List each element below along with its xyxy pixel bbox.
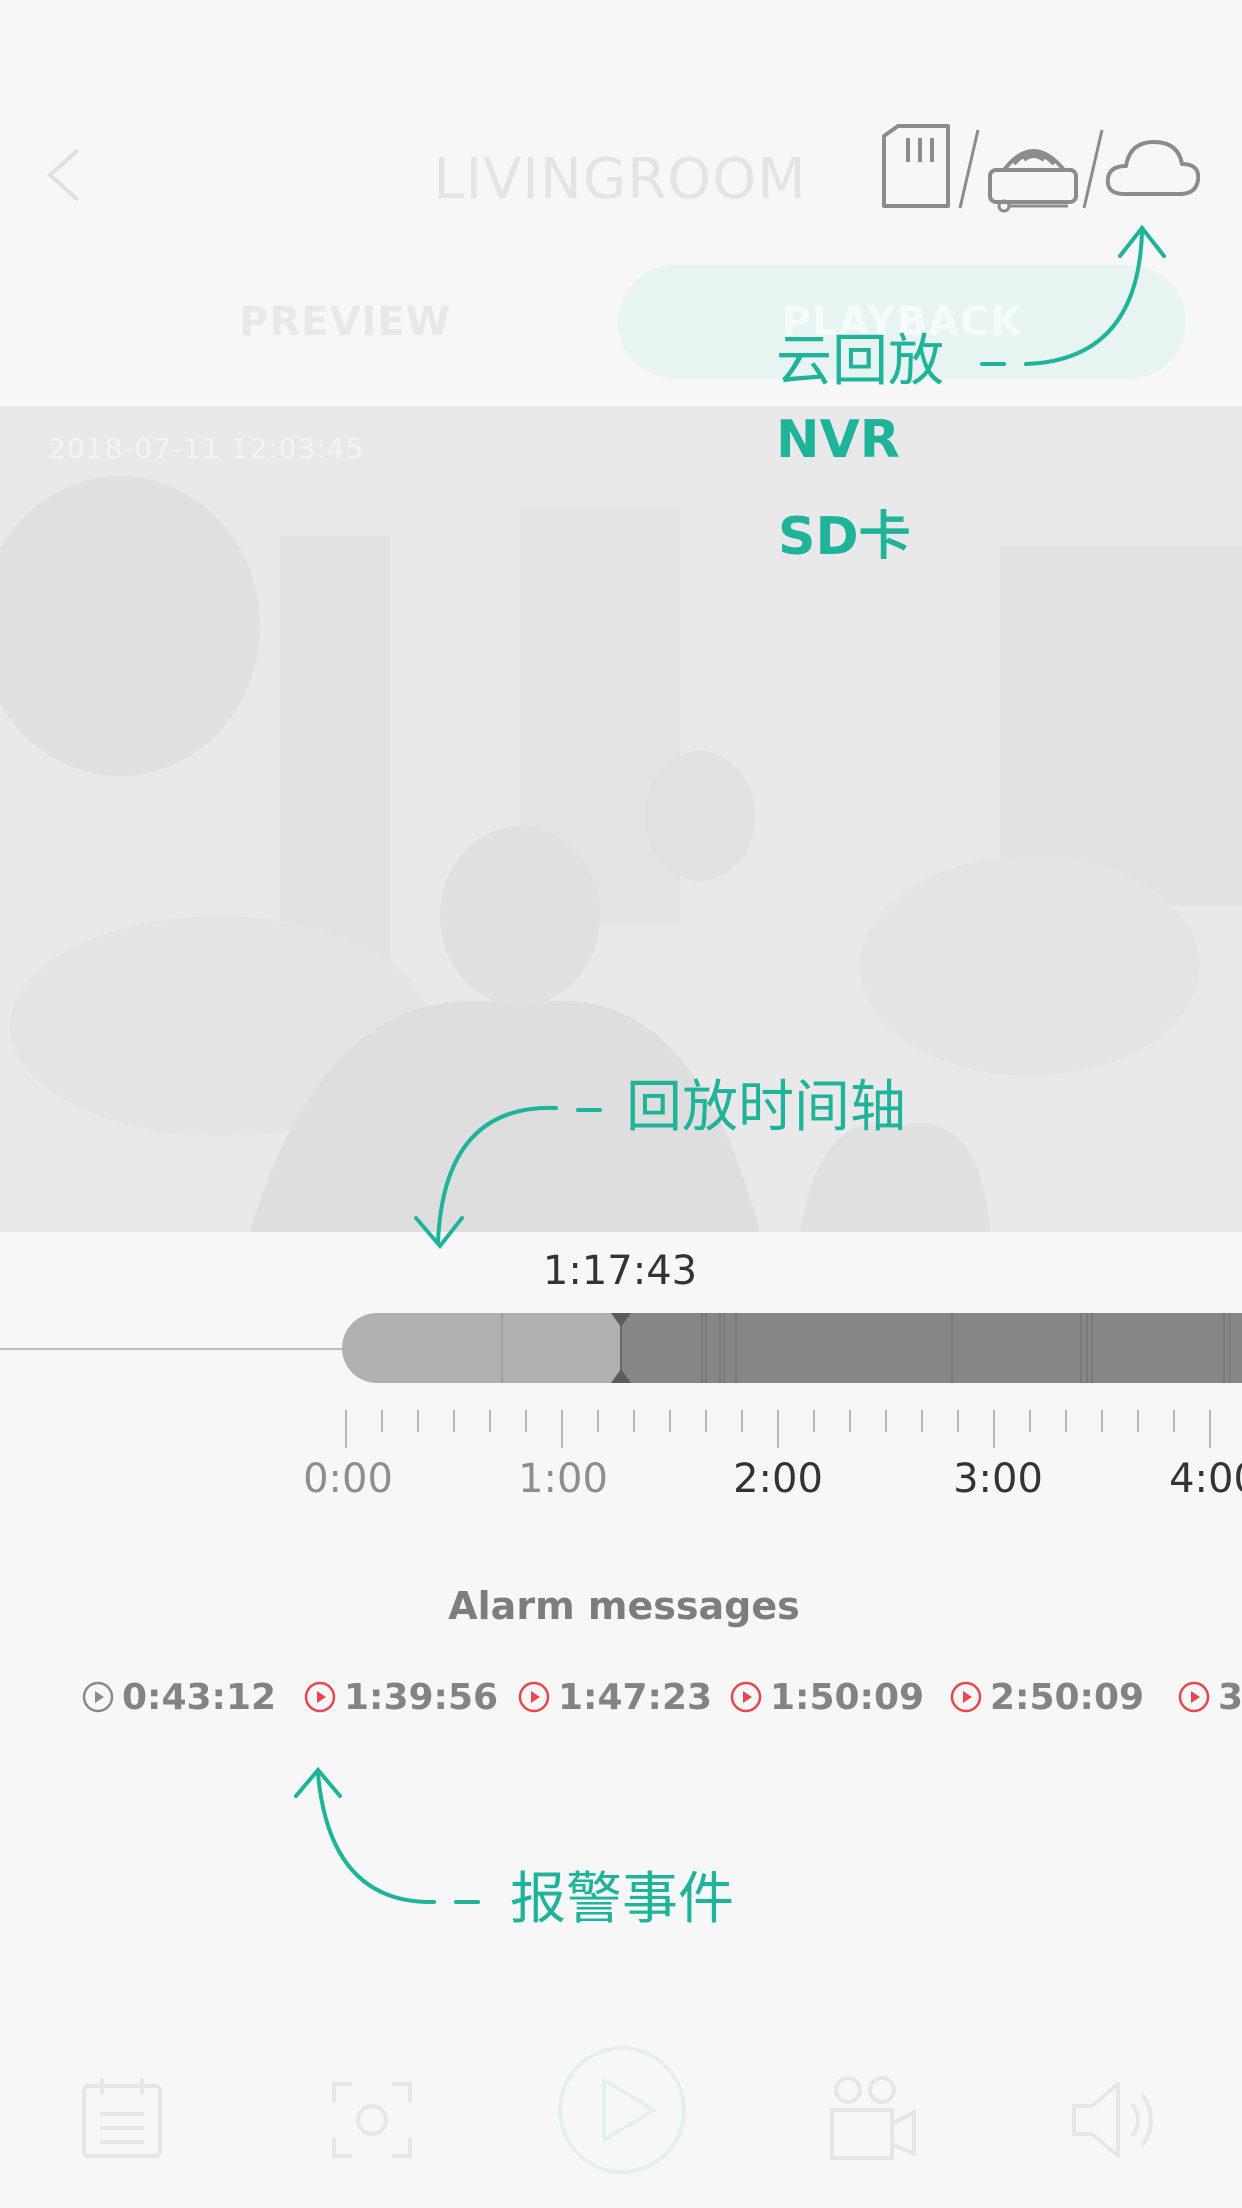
alarm-messages-title: Alarm messages	[448, 1584, 800, 1628]
alarm-time: 0:43:12	[122, 1676, 277, 1718]
cloud-icon[interactable]	[1105, 140, 1201, 196]
record-icon[interactable]	[828, 2074, 918, 2164]
nvr-icon[interactable]	[988, 149, 1078, 213]
timeline-cursor-time: 1:17:43	[542, 1248, 698, 1294]
alarm-item[interactable]: 3	[1178, 1672, 1242, 1722]
alarm-time: 1:47:23	[558, 1676, 713, 1718]
back-arrow-icon[interactable]	[40, 140, 90, 210]
alarm-time: 3	[1218, 1676, 1242, 1718]
video-timestamp: 2018-07-11 12:03:45	[48, 432, 365, 465]
video-frame-scene	[0, 406, 1242, 1232]
alarm-time: 1:39:56	[344, 1676, 499, 1718]
alarm-time: 1:50:09	[770, 1676, 925, 1718]
video-player[interactable]: 2018-07-11 12:03:45	[0, 406, 1242, 1232]
header: LIVINGROOM PREVIEW PLAYBACK	[0, 0, 1242, 406]
play-icon[interactable]	[556, 2044, 688, 2176]
hour-label-3: 3:00	[953, 1456, 1043, 1502]
alarm-annotation-arrow	[316, 1772, 436, 1905]
hour-label-0: 0:00	[303, 1456, 393, 1502]
annotation-timeline: 回放时间轴	[626, 1075, 906, 1140]
alarm-item[interactable]: 1:47:23	[518, 1672, 712, 1722]
alarm-time: 2:50:09	[990, 1676, 1145, 1718]
tab-preview[interactable]: PREVIEW	[180, 265, 510, 379]
alarm-play-icon	[304, 1681, 336, 1713]
speaker-icon[interactable]	[1070, 2078, 1160, 2162]
alarm-item[interactable]: 0:43:12	[82, 1672, 276, 1722]
alarm-play-icon	[1178, 1681, 1210, 1713]
sd-card-icon[interactable]	[882, 124, 950, 208]
annotation-alarm-events: 报警事件	[510, 1867, 734, 1932]
playback-timeline-track[interactable]	[342, 1313, 1242, 1383]
alarm-item[interactable]: 2:50:09	[950, 1672, 1144, 1722]
hour-label-1: 1:00	[518, 1456, 608, 1502]
alarm-item[interactable]: 1:39:56	[304, 1672, 498, 1722]
alarm-play-icon	[82, 1681, 114, 1713]
timeline-recorded-segment	[621, 1313, 1242, 1383]
alarm-play-icon	[730, 1681, 762, 1713]
screenshot-icon[interactable]	[330, 2080, 414, 2160]
alarm-play-icon	[518, 1681, 550, 1713]
alarm-play-icon	[950, 1681, 982, 1713]
annotation-nvr: NVR	[776, 410, 900, 470]
alarm-list: 0:43:12 1:39:56 1:47:23 1:50:09 2:50:09 …	[82, 1672, 1242, 1722]
alarm-item[interactable]: 1:50:09	[730, 1672, 924, 1722]
annotation-sd-card: SD卡	[778, 507, 911, 567]
calendar-icon[interactable]	[80, 2076, 164, 2160]
page-title: LIVINGROOM	[433, 147, 807, 212]
hour-label-4: 4:00	[1169, 1456, 1242, 1502]
bottom-toolbar	[0, 2030, 1242, 2208]
timeline-baseline	[0, 1348, 346, 1350]
annotation-cloud-playback: 云回放	[776, 329, 944, 394]
hour-label-2: 2:00	[733, 1456, 823, 1502]
playback-source-switcher	[878, 124, 1201, 214]
timeline-played-segment	[342, 1313, 621, 1383]
